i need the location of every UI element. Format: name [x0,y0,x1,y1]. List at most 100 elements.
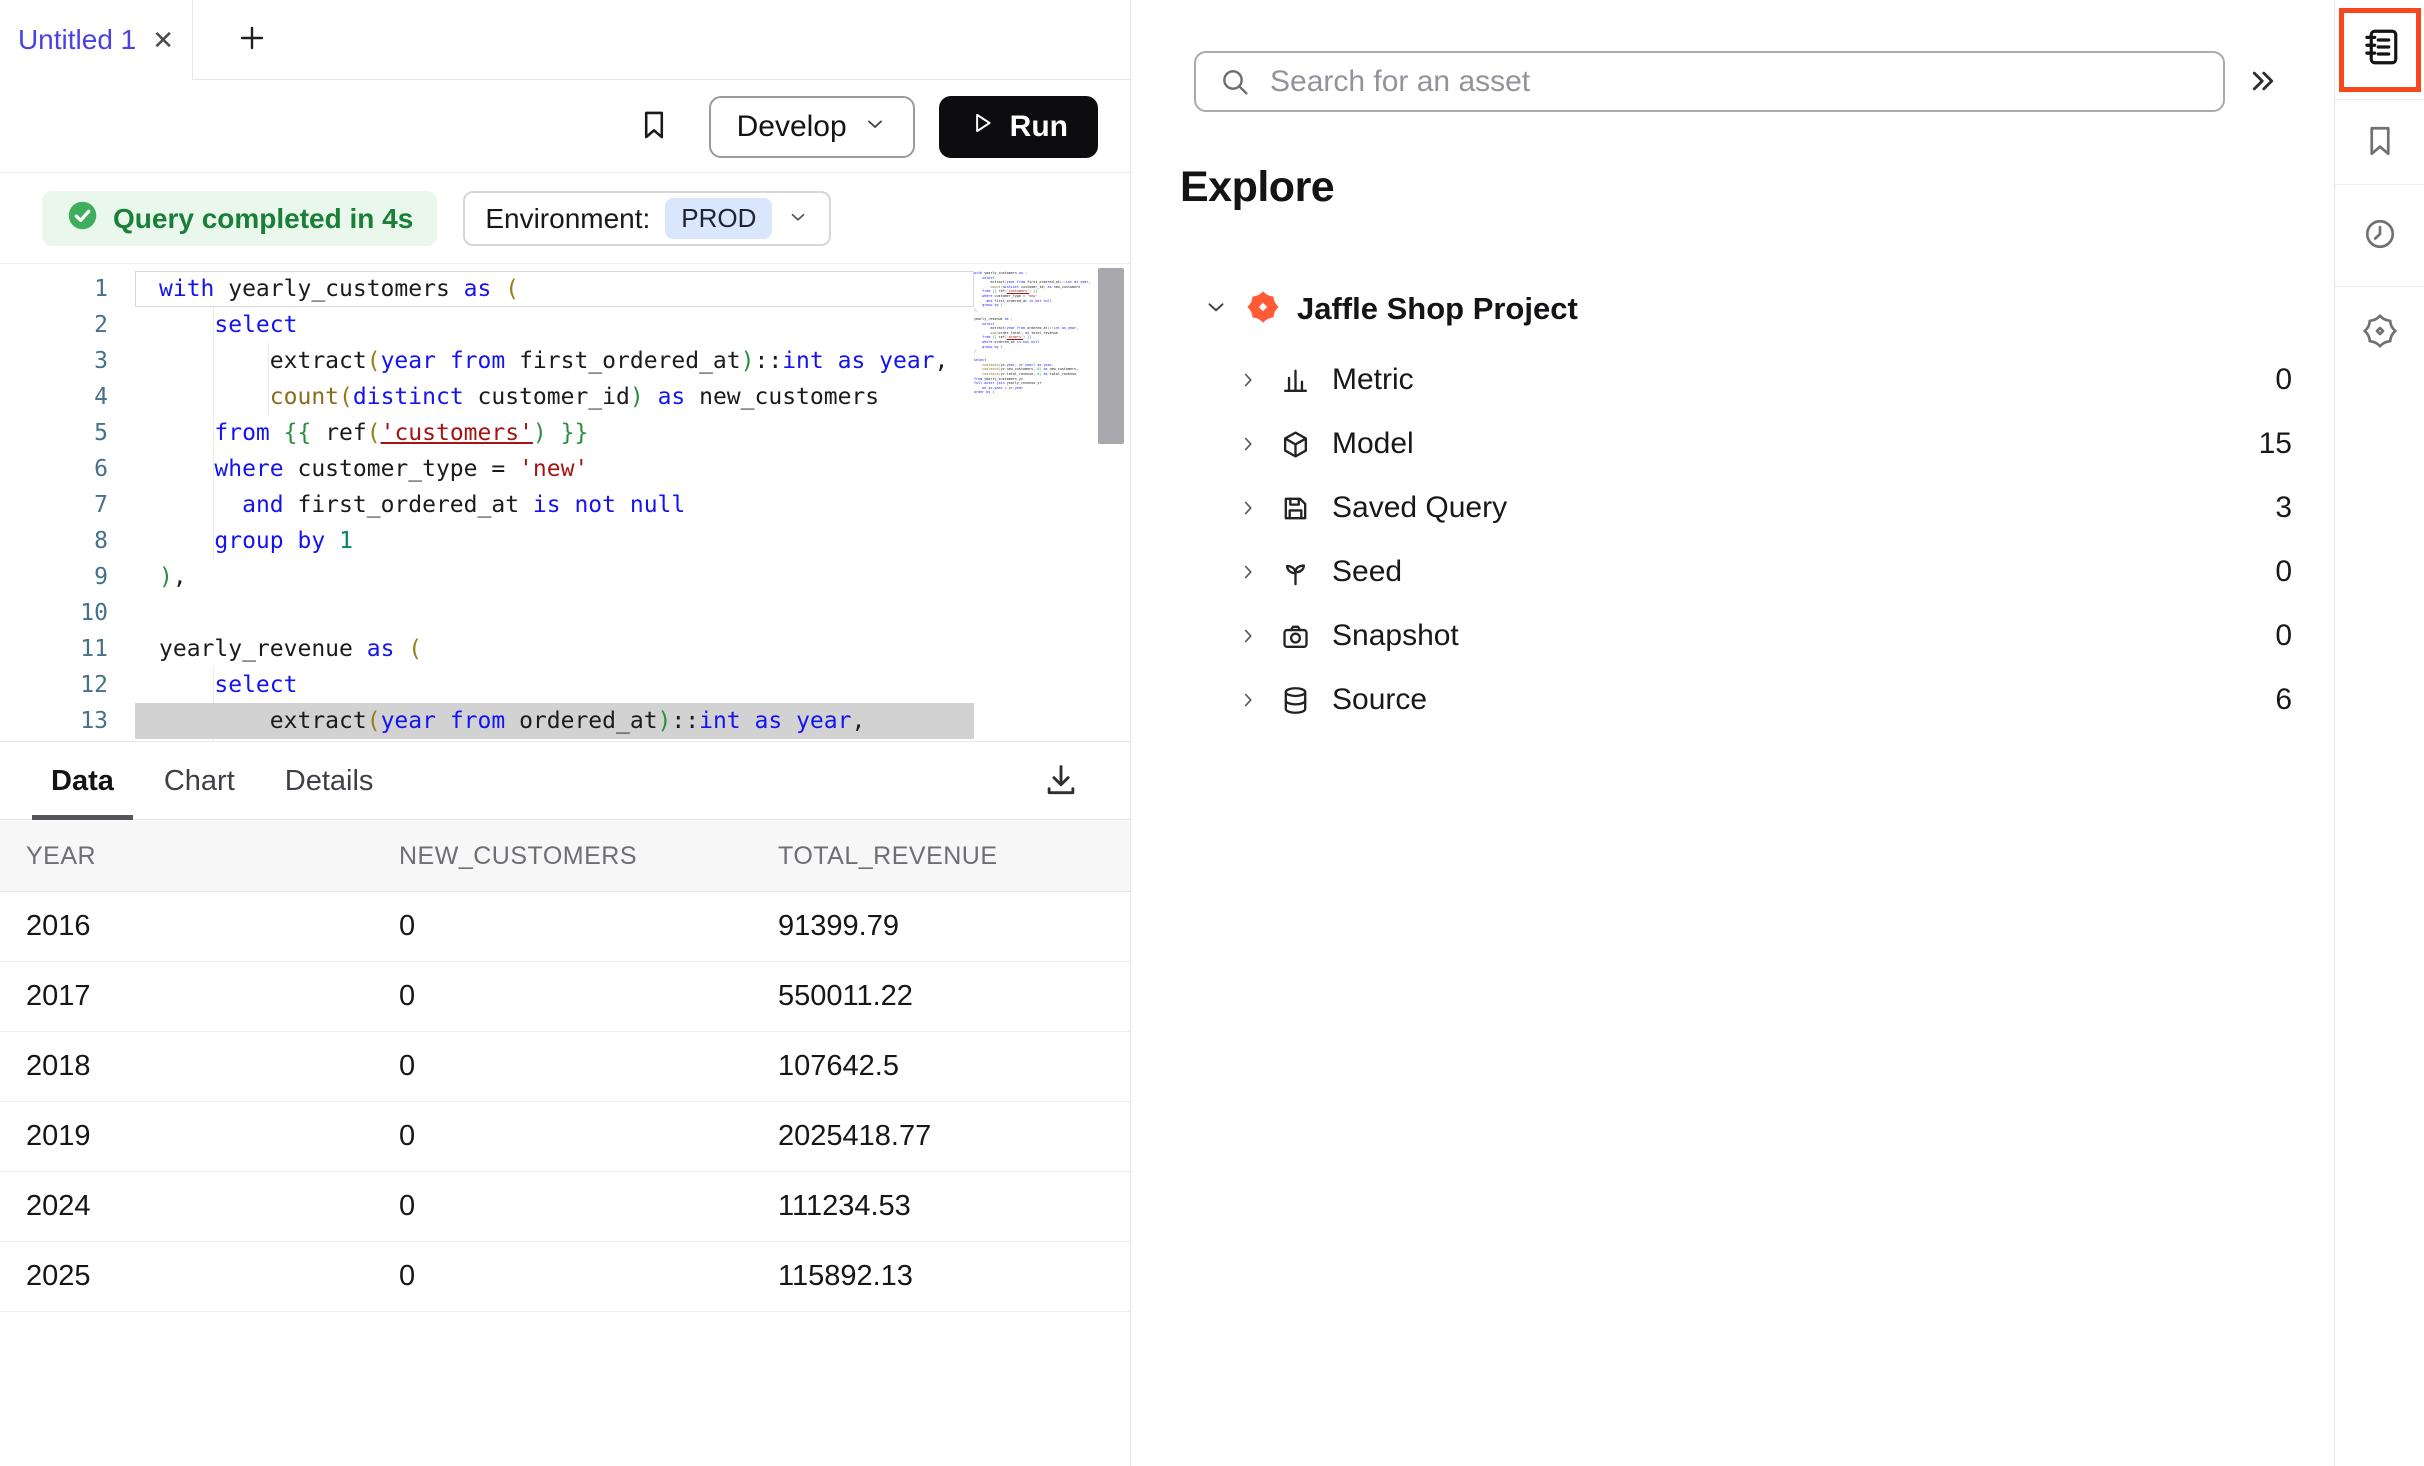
chevron-right-icon[interactable] [1237,689,1259,711]
code-text: and first_ordered_at is not null [135,487,974,523]
column-header-new-customers: NEW_CUSTOMERS [399,842,778,871]
tree-item-count: 0 [2275,619,2292,653]
code-text: extract(year from ordered_at)::int as ye… [135,703,974,739]
right-icon-rail [2334,0,2424,1466]
tab-close-icon[interactable]: ✕ [152,27,174,53]
tree-item-label: Source [1332,683,1427,717]
page-title: Explore [1180,163,1334,212]
code-line-5: 5 from {{ ref('customers') }} [0,415,974,451]
chevron-down-icon [863,110,887,144]
tree-item-count: 3 [2275,491,2292,525]
line-number: 1 [0,271,108,307]
minimap-line: order by 1 [974,390,1090,395]
collapse-panel-button[interactable] [2239,58,2287,106]
table-cell: 91399.79 [778,910,1130,943]
project-name: Jaffle Shop Project [1297,291,1578,327]
table-row: 20180107642.5 [0,1032,1130,1102]
tree-root-jaffle-shop-project[interactable]: Jaffle Shop Project [1203,283,1578,335]
new-tab-button[interactable] [230,18,274,62]
table-cell: 2018 [26,1050,399,1083]
environment-value-badge: PROD [665,198,772,239]
table-cell: 107642.5 [778,1050,1130,1083]
table-cell: 0 [399,1260,778,1293]
tree-item-metric[interactable]: Metric0 [1131,348,2334,412]
metric-icon [1280,365,1311,396]
line-number: 4 [0,379,108,415]
run-button[interactable]: Run [939,96,1098,158]
code-text: from {{ ref('customers') }} [135,415,974,451]
chevron-right-icon[interactable] [1237,369,1259,391]
sql-code-editor[interactable]: 1with yearly_customers as (2 select3 ext… [0,264,1130,742]
code-line-13: 13 extract(year from ordered_at)::int as… [0,703,974,739]
code-text [135,595,974,631]
table-cell: 2019 [26,1120,399,1153]
line-number: 5 [0,415,108,451]
editor-minimap[interactable]: with yearly_customers as ( select extrac… [974,271,1090,731]
dbt-panel-button[interactable] [2362,313,2398,352]
code-line-4: 4 count(distinct customer_id) as new_cus… [0,379,974,415]
code-line-9: 9), [0,559,974,595]
code-text: yearly_revenue as ( [135,631,974,667]
code-line-1: 1with yearly_customers as ( [0,271,974,307]
bookmark-icon [2362,123,2398,162]
bookmark-button[interactable] [637,108,671,145]
code-line-11: 11yearly_revenue as ( [0,631,974,667]
table-row: 20170550011.22 [0,962,1130,1032]
code-line-12: 12 select [0,667,974,703]
table-cell: 550011.22 [778,980,1130,1013]
table-row: 2016091399.79 [0,892,1130,962]
plus-icon [236,22,268,59]
tree-item-model[interactable]: Model15 [1131,412,2334,476]
download-results-button[interactable] [1042,761,1080,802]
code-text: ), [135,559,974,595]
tree-item-label: Snapshot [1332,619,1459,653]
catalog-panel-button-active[interactable] [2339,8,2421,92]
develop-dropdown-button[interactable]: Develop [709,96,915,158]
table-cell: 111234.53 [778,1190,1130,1223]
environment-selector[interactable]: Environment: PROD [463,191,831,246]
table-cell: 2017 [26,980,399,1013]
table-cell: 0 [399,1050,778,1083]
history-panel-button[interactable] [2362,216,2398,255]
tree-item-seed[interactable]: Seed0 [1131,540,2334,604]
tree-item-label: Seed [1332,555,1402,589]
dbt-outline-icon [2362,313,2398,352]
code-line-10: 10 [0,595,974,631]
chevron-right-icon[interactable] [1237,497,1259,519]
tab-untitled-1[interactable]: Untitled 1 ✕ [0,0,193,80]
results-tab-bar: Data Chart Details [0,743,1130,820]
bookmarks-panel-button[interactable] [2362,123,2398,162]
bookmark-icon [637,108,671,145]
code-line-2: 2 select [0,307,974,343]
line-number: 7 [0,487,108,523]
query-status-bar: Query completed in 4s Environment: PROD [0,174,1130,264]
chevron-down-icon[interactable] [1203,294,1229,325]
line-number: 6 [0,451,108,487]
code-lines: 1with yearly_customers as (2 select3 ext… [0,271,974,739]
tab-data[interactable]: Data [51,743,114,820]
tree-item-saved-query[interactable]: Saved Query3 [1131,476,2334,540]
table-row: 20250115892.13 [0,1242,1130,1312]
results-table-header: YEAR NEW_CUSTOMERS TOTAL_REVENUE [0,821,1130,892]
table-cell: 2016 [26,910,399,943]
search-input[interactable] [1194,51,2225,112]
line-number: 3 [0,343,108,379]
tree-item-snapshot[interactable]: Snapshot 0 [1131,604,2334,668]
table-cell: 115892.13 [778,1260,1130,1293]
environment-label: Environment: [485,203,650,235]
scrollbar-thumb[interactable] [1098,268,1124,444]
column-header-year: YEAR [26,842,399,871]
chevron-right-icon[interactable] [1237,433,1259,455]
chevron-right-icon[interactable] [1237,625,1259,647]
tab-chart[interactable]: Chart [164,743,235,820]
tree-item-source[interactable]: Source 6 [1131,668,2334,732]
tree-item-count: 0 [2275,363,2292,397]
tab-details[interactable]: Details [285,743,374,820]
editor-scrollbar[interactable] [1096,264,1126,742]
code-text: select [135,667,974,703]
explore-panel: Explore Jaffle Shop Project Metric0Model… [1131,0,2334,1466]
chevron-right-icon[interactable] [1237,561,1259,583]
line-number: 13 [0,703,108,739]
code-text: select [135,307,974,343]
tree-item-count: 6 [2275,683,2292,717]
